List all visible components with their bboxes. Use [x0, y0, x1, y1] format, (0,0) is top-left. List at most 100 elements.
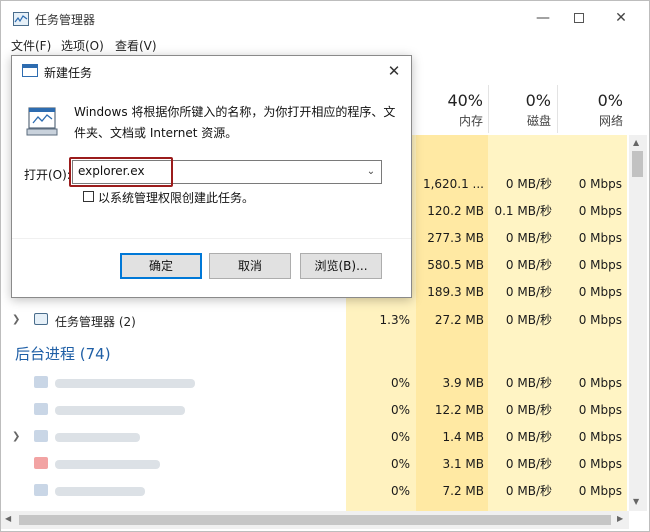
memory-label: 内存: [458, 114, 483, 128]
dialog-title-bar: 新建任务 ✕: [12, 56, 411, 86]
cell-memory: 27.2 MB: [434, 313, 484, 327]
table-row[interactable]: [1, 397, 346, 423]
expand-arrow-icon[interactable]: ❯: [12, 314, 20, 325]
cell-disk: 0 MB/秒: [505, 457, 552, 471]
minimize-button[interactable]: —: [523, 5, 563, 31]
cancel-button[interactable]: 取消: [209, 253, 291, 279]
close-button[interactable]: ✕: [601, 5, 641, 31]
column-divider: [488, 85, 489, 133]
column-divider: [557, 85, 558, 133]
cell-cpu: 1.3%: [379, 313, 411, 327]
cell-cpu: 0%: [390, 403, 410, 417]
cell-cpu: 0%: [390, 484, 410, 498]
cell-cpu: 0%: [390, 457, 410, 471]
cell-disk: 0 MB/秒: [505, 313, 552, 327]
menu-file[interactable]: 文件(F): [11, 37, 51, 54]
admin-privilege-label[interactable]: 以系统管理权限创建此任务。: [98, 189, 254, 206]
cell-disk: 0 MB/秒: [505, 403, 552, 417]
process-name: 任务管理器 (2): [55, 315, 136, 329]
maximize-button[interactable]: [559, 5, 599, 31]
open-label: 打开(O):: [24, 168, 71, 182]
table-row[interactable]: [1, 370, 346, 396]
column-header-network[interactable]: 0% 网络: [561, 85, 623, 133]
scroll-right-icon[interactable]: ▶: [617, 514, 623, 523]
task-manager-row[interactable]: ❯ 任务管理器 (2): [1, 307, 346, 333]
menu-options[interactable]: 选项(O): [61, 37, 104, 54]
cell-network: 0 Mbps: [578, 376, 622, 390]
cell-memory: 3.1 MB: [442, 457, 484, 471]
dialog-divider: [12, 238, 411, 239]
table-row[interactable]: ❯: [1, 424, 346, 450]
cell-network: 0 Mbps: [578, 204, 622, 218]
scroll-thumb[interactable]: [632, 151, 643, 177]
cell-cpu: 0%: [390, 430, 410, 444]
cell-network: 0 Mbps: [578, 457, 622, 471]
app-icon: [34, 484, 48, 496]
dialog-description: Windows 将根据你所键入的名称，为你打开相应的程序、文件夹、文档或 Int…: [74, 105, 396, 140]
expand-arrow-icon[interactable]: ❯: [12, 431, 20, 442]
window-title: 任务管理器: [35, 13, 96, 27]
cell-memory: 120.2 MB: [427, 204, 484, 218]
run-window-icon: [22, 64, 38, 77]
blurred-process-name: [55, 379, 195, 388]
admin-privilege-checkbox[interactable]: [83, 191, 94, 202]
disk-label: 磁盘: [526, 114, 551, 128]
run-dialog: 新建任务 ✕ Windows 将根据你所键入的名称，为你打开相应的程序、文件夹、…: [11, 55, 412, 298]
disk-percent: 0%: [525, 91, 551, 110]
dialog-close-button[interactable]: ✕: [382, 60, 406, 82]
cell-memory: 3.9 MB: [442, 376, 484, 390]
cell-network: 0 Mbps: [578, 403, 622, 417]
cell-disk: 0 MB/秒: [505, 177, 552, 191]
cell-disk: 0 MB/秒: [505, 258, 552, 272]
ok-button[interactable]: 确定: [120, 253, 202, 279]
task-manager-icon: [34, 313, 48, 325]
cell-cpu: 0%: [390, 376, 410, 390]
cell-network: 0 Mbps: [578, 285, 622, 299]
scroll-up-icon[interactable]: ▲: [633, 138, 639, 147]
cell-network: 0 Mbps: [578, 430, 622, 444]
dialog-title: 新建任务: [44, 66, 93, 80]
cell-disk: 0 MB/秒: [505, 430, 552, 444]
task-manager-icon: [13, 12, 29, 26]
memory-percent: 40%: [447, 91, 483, 110]
cell-disk: 0 MB/秒: [505, 484, 552, 498]
network-label: 网络: [598, 114, 623, 128]
vertical-scrollbar[interactable]: ▲ ▼: [629, 135, 647, 511]
scroll-left-icon[interactable]: ◀: [5, 514, 11, 523]
blurred-process-name: [55, 460, 160, 469]
task-manager-window: 任务管理器 — ✕ 文件(F) 选项(O) 查看(V) 40% 内存 0% 磁盘…: [0, 0, 650, 532]
app-icon: [34, 376, 48, 388]
browse-button[interactable]: 浏览(B)...: [300, 253, 382, 279]
blurred-process-name: [55, 433, 140, 442]
scroll-down-icon[interactable]: ▼: [633, 497, 639, 506]
cell-network: 0 Mbps: [578, 484, 622, 498]
background-processes-heading[interactable]: 后台进程 (74): [15, 343, 111, 364]
horizontal-scrollbar[interactable]: ◀ ▶: [1, 511, 629, 529]
red-highlight-box: [69, 157, 173, 187]
run-program-icon: [26, 106, 60, 138]
cell-network: 0 Mbps: [578, 258, 622, 272]
cell-disk: 0 MB/秒: [505, 376, 552, 390]
maximize-icon: [574, 13, 584, 23]
cell-memory: 12.2 MB: [434, 403, 484, 417]
cell-memory: 580.5 MB: [427, 258, 484, 272]
blurred-process-name: [55, 406, 185, 415]
app-icon: [34, 403, 48, 415]
cell-memory: 7.2 MB: [442, 484, 484, 498]
menu-view[interactable]: 查看(V): [115, 37, 157, 54]
column-header-memory[interactable]: 40% 内存: [421, 85, 483, 133]
column-header-disk[interactable]: 0% 磁盘: [491, 85, 551, 133]
chevron-down-icon[interactable]: ⌄: [361, 161, 381, 183]
title-bar: 任务管理器 — ✕: [1, 1, 649, 35]
table-row[interactable]: [1, 478, 346, 504]
cell-network: 0 Mbps: [578, 231, 622, 245]
table-row[interactable]: [1, 451, 346, 477]
app-icon: [34, 430, 48, 442]
cell-disk: 0 MB/秒: [505, 231, 552, 245]
cell-disk: 0.1 MB/秒: [494, 204, 552, 218]
app-icon: [34, 457, 48, 469]
cell-memory: 1,620.1 ...: [422, 177, 484, 191]
cell-memory: 1.4 MB: [442, 430, 484, 444]
scroll-thumb[interactable]: [19, 515, 611, 525]
cell-memory: 189.3 MB: [427, 285, 484, 299]
